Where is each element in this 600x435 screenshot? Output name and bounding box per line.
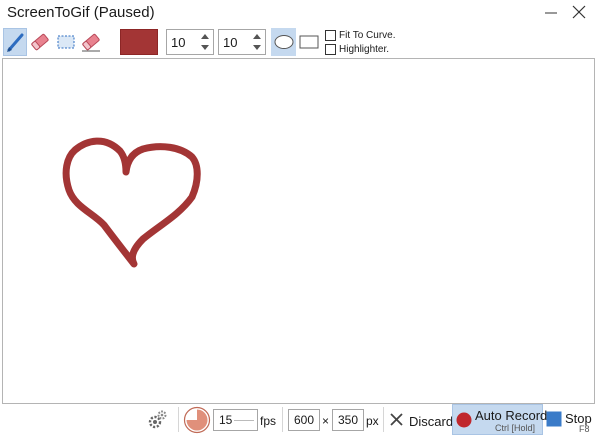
close-button[interactable] <box>567 3 591 23</box>
minimize-button[interactable] <box>539 3 563 23</box>
size-width-field[interactable] <box>288 409 320 431</box>
separator <box>178 407 179 432</box>
ellipse-tip-button[interactable] <box>271 28 296 56</box>
pen-tool-button[interactable] <box>3 28 27 56</box>
recorder-bottom-bar: fps × px Discard Auto Record Ctrl [Hold] <box>0 404 600 435</box>
pen-height-arrows <box>252 32 262 52</box>
auto-record-shortcut: Ctrl [Hold] <box>495 423 536 433</box>
eraser-tool-button[interactable] <box>28 28 52 56</box>
separator <box>383 407 384 432</box>
pen-color-picker[interactable] <box>120 29 158 55</box>
highlighter-option[interactable]: Highlighter. <box>325 43 389 56</box>
fps-unit-label: fps <box>260 414 277 428</box>
canvas-drawing <box>62 137 201 268</box>
drawing-canvas[interactable] <box>2 58 595 404</box>
auto-record-button[interactable]: Auto Record Ctrl [Hold] <box>452 404 547 435</box>
select-icon <box>57 35 75 49</box>
close-icon <box>572 5 586 19</box>
increment-icon[interactable] <box>252 32 262 41</box>
size-times-sign: × <box>322 414 330 428</box>
pen-height-input[interactable] <box>223 33 251 51</box>
pen-width-stepper[interactable] <box>166 29 214 55</box>
select-tool-button[interactable] <box>54 28 78 56</box>
discard-label: Discard <box>409 414 454 429</box>
fps-slider-track <box>234 420 254 421</box>
rectangle-tip-button[interactable] <box>297 28 321 56</box>
decrement-icon[interactable] <box>200 43 210 52</box>
discard-x-icon <box>390 413 403 426</box>
drawing-toolbar: Fit To Curve. Highlighter. <box>0 28 600 58</box>
rectangle-tip-icon <box>299 35 319 49</box>
increment-icon[interactable] <box>200 32 210 41</box>
size-width-input[interactable] <box>289 412 319 428</box>
fit-to-curve-label: Fit To Curve. <box>339 30 396 41</box>
separator <box>282 407 283 432</box>
decrement-icon[interactable] <box>252 43 262 52</box>
screentogif-window: ScreenToGif (Paused) 10 10 Fit To Curve.… <box>0 0 600 435</box>
discard-button[interactable]: Discard <box>386 404 454 435</box>
pen-width-arrows <box>200 32 210 52</box>
minimize-icon <box>545 12 557 14</box>
stop-icon <box>546 411 562 427</box>
size-height-field[interactable] <box>332 409 364 431</box>
ellipse-tip-icon <box>274 35 293 49</box>
size-height-input[interactable] <box>333 412 363 428</box>
stop-shortcut: F8 <box>579 424 590 434</box>
stroke-eraser-icon <box>82 33 100 52</box>
window-title: ScreenToGif (Paused) <box>7 4 155 21</box>
highlighter-label: Highlighter. <box>339 44 390 55</box>
pen-icon <box>7 33 24 52</box>
record-icon <box>456 412 472 428</box>
fit-to-curve-option[interactable]: Fit To Curve. <box>325 29 396 42</box>
stop-button[interactable]: Stop F8 <box>544 404 594 435</box>
pen-width-input[interactable] <box>171 33 199 51</box>
frame-rate-dial-icon <box>183 406 211 434</box>
pen-height-stepper[interactable] <box>218 29 266 55</box>
title-bar[interactable]: ScreenToGif (Paused) <box>0 0 600 28</box>
stroke-eraser-tool-button[interactable] <box>79 28 103 56</box>
auto-record-label: Auto Record <box>475 408 548 423</box>
fit-to-curve-checkbox[interactable] <box>325 30 336 41</box>
heart-stroke <box>62 137 201 268</box>
fps-dial[interactable] <box>183 406 211 434</box>
size-unit-label: px <box>366 414 379 428</box>
eraser-icon <box>31 33 49 51</box>
gears-icon <box>148 410 167 429</box>
settings-button[interactable] <box>146 409 168 431</box>
highlighter-checkbox[interactable] <box>325 44 336 55</box>
fps-field[interactable] <box>213 409 258 431</box>
